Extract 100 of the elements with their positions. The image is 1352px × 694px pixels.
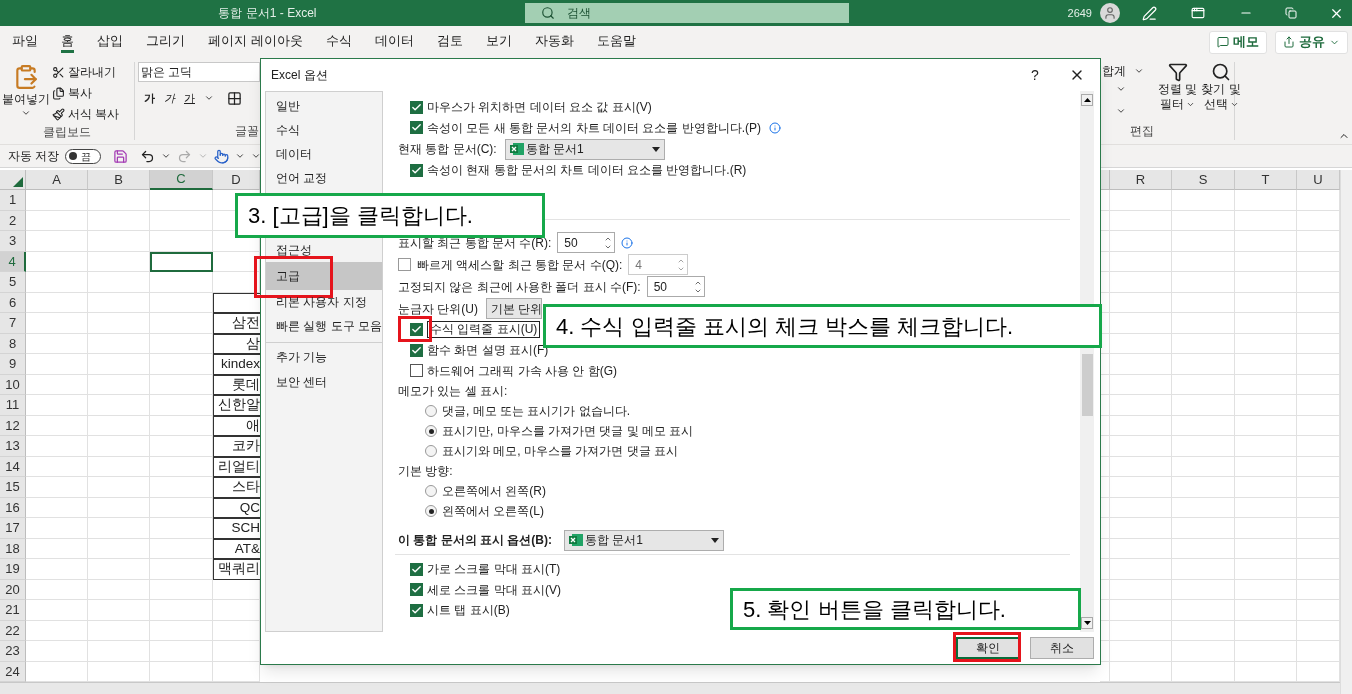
row-header[interactable]: 10	[0, 374, 26, 395]
checkbox[interactable]	[410, 583, 423, 597]
pen-icon[interactable]	[1142, 5, 1157, 21]
caret-icon[interactable]	[235, 151, 246, 161]
row-header[interactable]: 6	[0, 292, 26, 313]
radio-button[interactable]	[425, 485, 437, 497]
avatar-icon[interactable]	[1100, 3, 1120, 23]
spin-field[interactable]: 50	[557, 232, 616, 253]
row-header[interactable]: 19	[0, 559, 26, 580]
row-header[interactable]: 22	[0, 620, 26, 641]
menu-tab[interactable]: 검토	[436, 31, 463, 53]
nav-item[interactable]: 리본 사용자 지정	[266, 290, 382, 314]
memo-button[interactable]: 메모	[1209, 30, 1267, 54]
row-header[interactable]: 24	[0, 661, 26, 682]
row-header[interactable]: 23	[0, 641, 26, 662]
column-header[interactable]: D	[213, 170, 260, 190]
row-header[interactable]: 17	[0, 518, 26, 539]
checkbox[interactable]	[410, 100, 423, 114]
share-button[interactable]: 공유	[1275, 30, 1348, 54]
menu-tab[interactable]: 자동화	[534, 31, 574, 53]
save-icon[interactable]	[113, 148, 129, 164]
radio-button[interactable]	[425, 505, 437, 517]
checkbox[interactable]	[410, 163, 423, 177]
font-style-button[interactable]: 가	[144, 90, 155, 107]
checkbox[interactable]	[410, 562, 423, 576]
dropdown[interactable]: 통합 문서1	[564, 529, 724, 551]
row-header[interactable]: 20	[0, 579, 26, 600]
caret-icon[interactable]	[161, 151, 172, 161]
row-header[interactable]: 13	[0, 436, 26, 457]
row-header[interactable]: 9	[0, 354, 26, 375]
scrollbar[interactable]	[1080, 91, 1094, 632]
select-all-corner[interactable]	[0, 170, 26, 190]
nav-item[interactable]: 수식	[266, 118, 382, 142]
nav-item[interactable]: 빠른 실행 도구 모음	[266, 314, 382, 338]
row-header[interactable]: 4	[0, 251, 26, 272]
font-name-field[interactable]: 맑은 고딕	[138, 62, 260, 82]
menu-tab[interactable]: 수식	[325, 31, 352, 53]
row-header[interactable]: 3	[0, 231, 26, 252]
radio-button[interactable]	[425, 425, 437, 437]
row-header[interactable]: 21	[0, 600, 26, 621]
autosave-toggle[interactable]: 끔	[65, 148, 102, 164]
search-field[interactable]: 검색	[525, 3, 849, 23]
row-header[interactable]: 1	[0, 190, 26, 211]
sort-filter-button[interactable]: 정렬 및 필터	[1158, 62, 1198, 122]
autosum-button[interactable]: 합계	[1102, 62, 1144, 80]
row-header[interactable]: 14	[0, 456, 26, 477]
menu-tab[interactable]: 그리기	[146, 31, 185, 53]
row-header[interactable]: 8	[0, 333, 26, 354]
customize-icon[interactable]	[251, 151, 262, 161]
spin-field[interactable]: 50	[646, 276, 705, 297]
column-header[interactable]: T	[1235, 170, 1297, 190]
find-select-button[interactable]: 찾기 및 선택	[1201, 62, 1241, 122]
row-header[interactable]: 7	[0, 313, 26, 334]
nav-item[interactable]: 고급	[266, 262, 382, 290]
row-header[interactable]: 12	[0, 415, 26, 436]
restore-icon[interactable]	[1285, 7, 1297, 19]
checkbox[interactable]	[410, 364, 423, 378]
column-header[interactable]	[1100, 170, 1110, 190]
touch-mode-icon[interactable]	[214, 148, 230, 164]
checkbox[interactable]	[410, 323, 423, 337]
active-cell[interactable]	[150, 251, 213, 272]
row-header[interactable]: 16	[0, 497, 26, 518]
row-header[interactable]: 11	[0, 395, 26, 416]
dialog-button[interactable]: 확인	[956, 637, 1020, 659]
row-header[interactable]: 18	[0, 538, 26, 559]
column-header[interactable]: S	[1172, 170, 1235, 190]
font-style-button[interactable]: 가	[164, 90, 175, 107]
column-header[interactable]: C	[150, 170, 213, 190]
checkbox[interactable]	[410, 603, 423, 617]
menu-tab[interactable]: 보기	[485, 31, 512, 53]
dropdown[interactable]: 통합 문서1	[504, 138, 665, 160]
vertical-scrollbar[interactable]	[1340, 170, 1352, 694]
row-header[interactable]: 5	[0, 272, 26, 293]
nav-item[interactable]: 보안 센터	[266, 370, 382, 394]
column-header[interactable]: R	[1110, 170, 1172, 190]
ribbon-display-icon[interactable]	[1191, 6, 1205, 20]
help-button[interactable]: ?	[1020, 64, 1050, 86]
menu-tab[interactable]: 도움말	[596, 31, 636, 53]
row-header[interactable]: 15	[0, 477, 26, 498]
checkbox[interactable]	[410, 121, 423, 135]
dialog-button[interactable]: 취소	[1030, 637, 1094, 659]
font-style-button[interactable]: 가	[184, 90, 195, 107]
clipboard-button[interactable]: 복사	[52, 84, 120, 102]
nav-item[interactable]: 접근성	[266, 238, 382, 262]
paste-button[interactable]: 붙여넣기	[0, 62, 52, 123]
menu-tab[interactable]: 삽입	[97, 31, 123, 53]
undo-icon[interactable]	[140, 148, 156, 164]
dropdown[interactable]: 기본 단위	[486, 298, 542, 319]
column-header[interactable]: B	[88, 170, 150, 190]
menu-tab[interactable]: 파일	[12, 31, 38, 53]
scroll-thumb[interactable]	[1081, 354, 1093, 416]
nav-item[interactable]: 데이터	[266, 142, 382, 166]
menu-tab[interactable]: 페이지 레이아웃	[208, 31, 303, 53]
radio-button[interactable]	[425, 445, 437, 457]
nav-item[interactable]: 일반	[266, 94, 382, 118]
checkbox[interactable]	[410, 343, 423, 357]
nav-item[interactable]: 추가 기능	[266, 342, 382, 370]
caret-icon[interactable]	[1116, 106, 1126, 116]
clipboard-button[interactable]: 서식 복사	[52, 105, 120, 123]
row-header[interactable]: 2	[0, 210, 26, 231]
